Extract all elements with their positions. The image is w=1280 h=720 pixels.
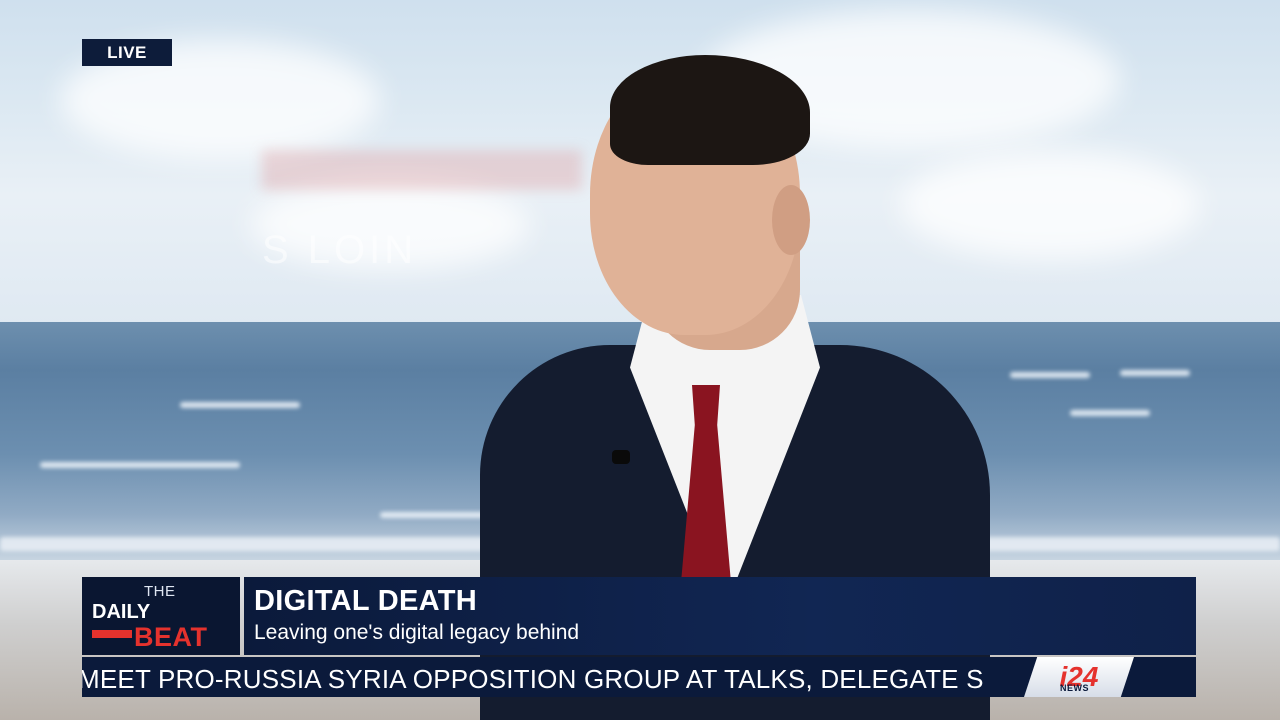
headline-subtitle: Leaving one's digital legacy behind — [254, 621, 580, 644]
channel-logo-sub: NEWS — [1060, 683, 1089, 693]
ticker-text: MEET PRO-RUSSIA SYRIA OPPOSITION GROUP A… — [82, 664, 984, 694]
headline-title: DIGITAL DEATH — [254, 585, 477, 617]
hair — [610, 55, 810, 165]
lower-third: THE DAILY BEAT DIGITAL DEATH Leaving one… — [82, 577, 1196, 697]
lapel-microphone — [612, 450, 630, 464]
show-logo-bar — [92, 630, 132, 638]
headline-box: DIGITAL DEATH Leaving one's digital lega… — [244, 577, 1196, 655]
show-logo-daily: DAILY — [92, 601, 151, 623]
channel-logo: i24 NEWS — [1024, 657, 1134, 697]
background-sign-text: S LOIN — [262, 228, 418, 272]
news-ticker: MEET PRO-RUSSIA SYRIA OPPOSITION GROUP A… — [82, 657, 1196, 697]
live-badge: LIVE — [82, 39, 172, 66]
ear — [772, 185, 810, 255]
show-logo-the: THE — [144, 583, 176, 600]
show-logo-beat: BEAT — [134, 622, 208, 652]
ticker-end-block — [1134, 657, 1196, 697]
show-logo: THE DAILY BEAT — [82, 577, 240, 655]
